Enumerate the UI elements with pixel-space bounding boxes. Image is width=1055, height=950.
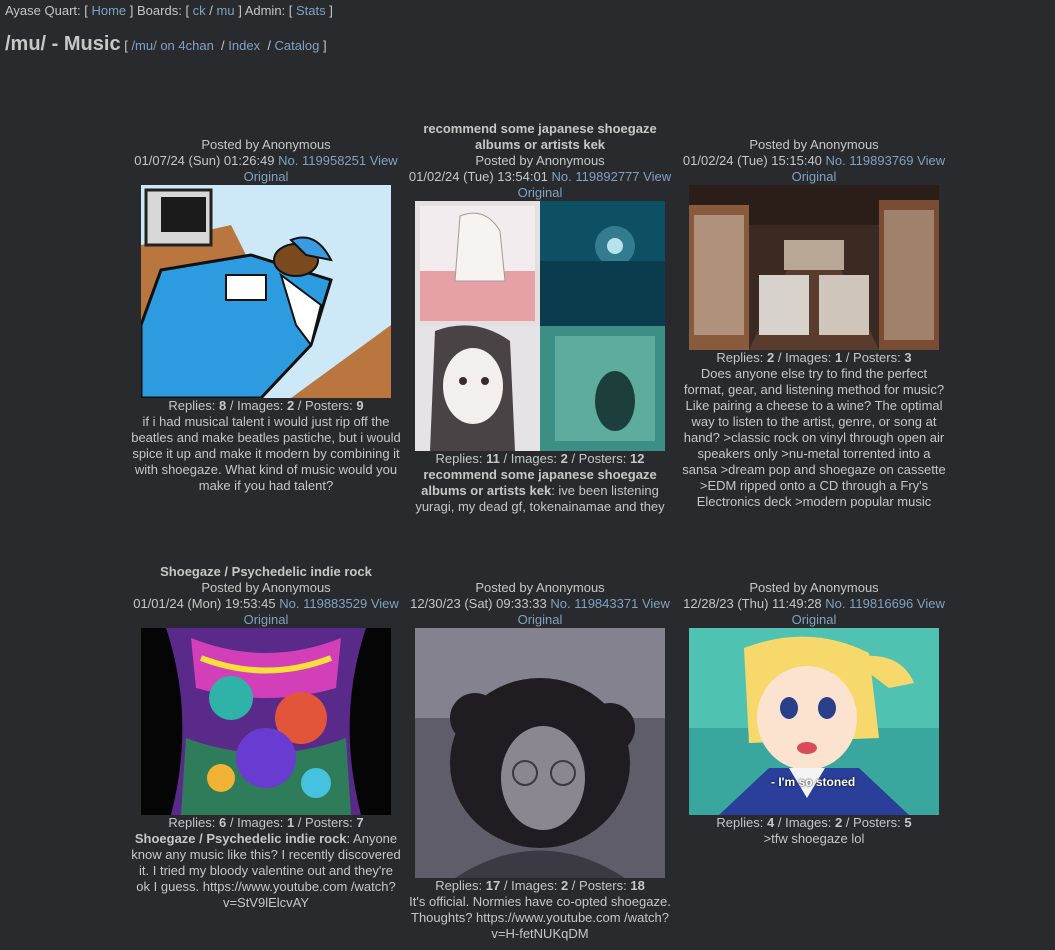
poster-count: 7 xyxy=(356,815,364,830)
catalog-thread: Posted by Anonymous 12/30/23 (Sat) 09:33… xyxy=(405,580,675,950)
top-navbar: Ayase Quart: [ Home ] Boards: [ ck / mu … xyxy=(5,3,333,18)
thread-thumbnail[interactable] xyxy=(415,201,665,451)
thumbnail-caption: - I'm so stoned xyxy=(771,775,856,789)
catalog-thread: Posted by Anonymous 01/07/24 (Sun) 01:26… xyxy=(131,137,401,537)
thread-date: 01/07/24 (Sun) 01:26:49 xyxy=(134,153,275,168)
thread-date-line: 01/01/24 (Mon) 19:53:45 No. 119883529 Vi… xyxy=(131,596,401,628)
poster-count: 18 xyxy=(630,878,645,893)
thread-teaser: Does anyone else try to find the perfect… xyxy=(682,366,946,508)
thread-thumbnail[interactable]: - I'm so stoned xyxy=(689,628,939,815)
thread-teaser: It's official. Normies have co-opted sho… xyxy=(409,894,671,941)
thread-number-link[interactable]: No. 119883529 xyxy=(279,596,367,611)
reply-count: 11 xyxy=(486,451,500,466)
catalog-thread: Posted by Anonymous 12/28/23 (Thu) 11:49… xyxy=(679,580,949,950)
thread-subject: recommend some japanese shoegaze albums … xyxy=(423,121,657,152)
thread-teaser: recommend some japanese shoegaze albums … xyxy=(415,467,665,514)
board-catalog-link[interactable]: Catalog xyxy=(275,38,320,53)
poster-count: 12 xyxy=(629,451,645,466)
site-name: Ayase Quart: xyxy=(5,3,81,18)
thread-poster: Posted by Anonymous xyxy=(475,580,605,595)
board-title: /mu/ - Music xyxy=(5,33,121,55)
board-4chan-link[interactable]: /mu/ on 4chan xyxy=(131,38,213,53)
thread-thumbnail[interactable] xyxy=(141,185,391,398)
thread-date: 01/02/24 (Tue) 13:54:01 xyxy=(408,169,548,184)
poster-count: 9 xyxy=(356,398,364,413)
board-index-link[interactable]: Index xyxy=(228,38,260,53)
thread-thumbnail[interactable] xyxy=(689,185,939,350)
thread-number-link[interactable]: No. 119816696 xyxy=(825,596,913,611)
thread-date-line: 01/02/24 (Tue) 13:54:01 No. 119892777 Vi… xyxy=(405,169,675,201)
thread-stats: Replies: 2 / Images: 1 / Posters: 3 xyxy=(716,350,912,365)
thread-stats: Replies: 17 / Images: 2 / Posters: 18 xyxy=(435,878,645,893)
thread-poster: Posted by Anonymous xyxy=(475,153,605,168)
thread-thumbnail[interactable] xyxy=(415,628,665,878)
thread-teaser: >tfw shoegaze lol xyxy=(763,831,865,846)
thread-number-link[interactable]: No. 119892777 xyxy=(552,169,640,184)
thread-teaser: if i had musical talent i would just rip… xyxy=(131,414,401,493)
nav-board-ck-link[interactable]: ck xyxy=(193,3,206,18)
reply-count: 17 xyxy=(485,878,501,893)
board-header: /mu/ - Music [ /mu/ on 4chan / Index / C… xyxy=(5,33,327,55)
thread-stats: Replies: 11 / Images: 2 / Posters: 12 xyxy=(435,451,645,466)
nav-home-link[interactable]: Home xyxy=(91,3,126,18)
thread-thumbnail[interactable] xyxy=(141,628,391,815)
thread-date-line: 12/28/23 (Thu) 11:49:28 No. 119816696 Vi… xyxy=(679,596,949,628)
poster-count: 3 xyxy=(904,350,912,365)
thread-stats: Replies: 8 / Images: 2 / Posters: 9 xyxy=(168,398,364,413)
thread-date: 01/01/24 (Mon) 19:53:45 xyxy=(133,596,276,611)
thread-date-line: 01/07/24 (Sun) 01:26:49 No. 119958251 Vi… xyxy=(131,153,401,185)
catalog-thread: recommend some japanese shoegaze albums … xyxy=(405,121,675,521)
boards-label: Boards: xyxy=(137,3,182,18)
thread-date-line: 12/30/23 (Sat) 09:33:33 No. 119843371 Vi… xyxy=(405,596,675,628)
nav-stats-link[interactable]: Stats xyxy=(296,3,326,18)
nav-board-mu-link[interactable]: mu xyxy=(217,3,235,18)
thread-poster: Posted by Anonymous xyxy=(201,580,331,595)
thread-number-link[interactable]: No. 119893769 xyxy=(826,153,914,168)
image-count: 2 xyxy=(560,451,568,466)
thread-poster: Posted by Anonymous xyxy=(749,137,879,152)
thread-date-line: 01/02/24 (Tue) 15:15:40 No. 119893769 Vi… xyxy=(679,153,949,185)
thread-teaser: Shoegaze / Psychedelic indie rock: Anyon… xyxy=(131,831,401,910)
thread-stats: Replies: 4 / Images: 2 / Posters: 5 xyxy=(716,815,912,830)
thread-date: 12/30/23 (Sat) 09:33:33 xyxy=(410,596,547,611)
thread-number-link[interactable]: No. 119843371 xyxy=(550,596,638,611)
admin-label: Admin: xyxy=(244,3,286,18)
catalog-thread: Posted by Anonymous 01/02/24 (Tue) 15:15… xyxy=(679,137,949,518)
thread-poster: Posted by Anonymous xyxy=(749,580,879,595)
poster-count: 5 xyxy=(904,815,912,830)
thread-poster: Posted by Anonymous xyxy=(201,137,331,152)
thread-stats: Replies: 6 / Images: 1 / Posters: 7 xyxy=(168,815,364,830)
thread-date: 12/28/23 (Thu) 11:49:28 xyxy=(683,596,822,611)
thread-date: 01/02/24 (Tue) 15:15:40 xyxy=(682,153,822,168)
thread-number-link[interactable]: No. 119958251 xyxy=(278,153,366,168)
thread-subject: Shoegaze / Psychedelic indie rock xyxy=(160,564,372,579)
catalog-thread: Shoegaze / Psychedelic indie rock Posted… xyxy=(131,564,401,950)
